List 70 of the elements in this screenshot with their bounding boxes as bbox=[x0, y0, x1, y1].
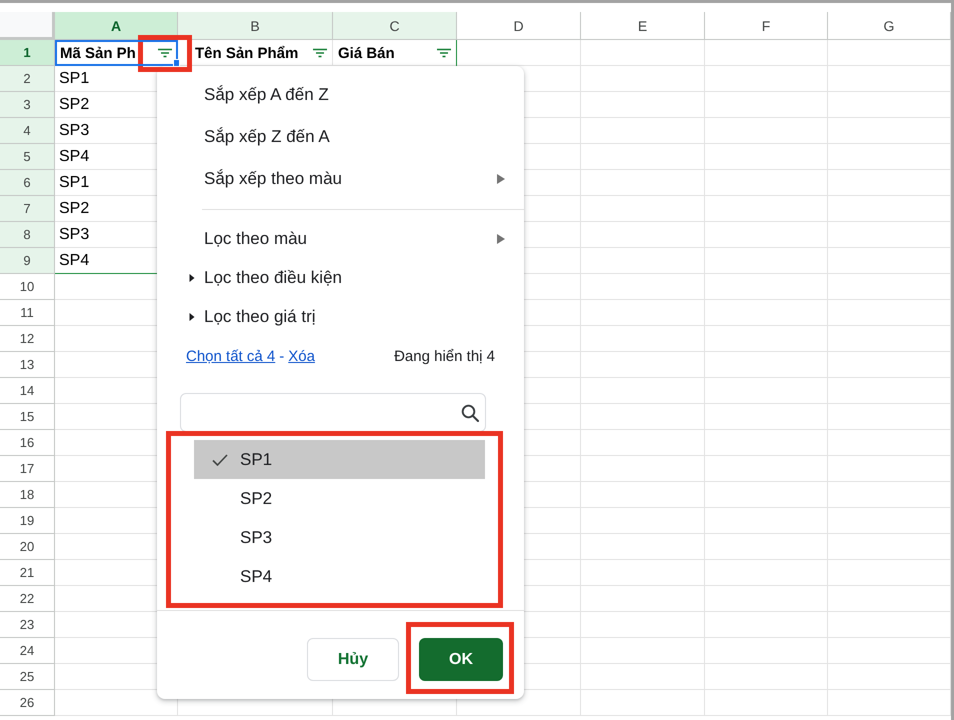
cancel-button[interactable]: Hủy bbox=[307, 638, 399, 681]
clear-link[interactable]: Xóa bbox=[288, 348, 315, 364]
row-header[interactable]: 12 bbox=[0, 326, 55, 352]
row-header[interactable]: 1 bbox=[0, 40, 55, 66]
column-header[interactable]: D bbox=[457, 12, 581, 40]
row-header[interactable]: 22 bbox=[0, 586, 55, 612]
menu-item[interactable]: Lọc theo giá trị bbox=[157, 297, 524, 336]
cell-text: Tên Sản Phẩm bbox=[195, 44, 298, 62]
menu-item[interactable]: Lọc theo màu bbox=[157, 219, 524, 258]
filter-icon[interactable] bbox=[158, 48, 172, 58]
row-header[interactable]: 10 bbox=[0, 274, 55, 300]
filter-icon[interactable] bbox=[313, 48, 327, 58]
filter-icon[interactable] bbox=[437, 48, 451, 58]
row-header[interactable]: 7 bbox=[0, 196, 55, 222]
row-header[interactable]: 20 bbox=[0, 534, 55, 560]
row-header[interactable]: 17 bbox=[0, 456, 55, 482]
visible-count: Đang hiển thị 4 bbox=[394, 348, 495, 364]
row-header[interactable]: 9 bbox=[0, 248, 55, 274]
selected-cell[interactable]: Mã Sản Ph bbox=[55, 40, 178, 66]
menu-item[interactable]: Sắp xếp theo màu bbox=[157, 158, 524, 200]
row-header[interactable]: 3 bbox=[0, 92, 55, 118]
column-header[interactable]: F bbox=[705, 12, 828, 40]
value-option[interactable]: SP2 bbox=[194, 479, 485, 518]
menu-item[interactable]: Sắp xếp Z đến A bbox=[157, 116, 524, 158]
row-header[interactable]: 8 bbox=[0, 222, 55, 248]
row-header[interactable]: 25 bbox=[0, 664, 55, 690]
submenu-arrow-icon bbox=[497, 234, 505, 244]
row-header[interactable]: 19 bbox=[0, 508, 55, 534]
submenu-arrow-icon bbox=[497, 174, 505, 184]
ok-button[interactable]: OK bbox=[419, 638, 503, 681]
row-header[interactable]: 21 bbox=[0, 560, 55, 586]
table-cell-text: SP1 bbox=[58, 69, 90, 89]
table-cell-text: SP1 bbox=[58, 173, 90, 193]
cell-text: Giá Bán bbox=[338, 44, 395, 62]
row-header[interactable]: 5 bbox=[0, 144, 55, 170]
row-header[interactable]: 4 bbox=[0, 118, 55, 144]
menu-item[interactable]: Sắp xếp A đến Z bbox=[157, 74, 524, 116]
table-cell-text: SP2 bbox=[58, 95, 90, 115]
cell-text: Mã Sản Ph bbox=[60, 44, 136, 62]
row-header[interactable]: 11 bbox=[0, 300, 55, 326]
table-cell-text: SP3 bbox=[58, 225, 90, 245]
table-cell-text: SP3 bbox=[58, 121, 90, 141]
select-all-link[interactable]: Chọn tất cả 4 bbox=[186, 348, 276, 364]
row-header[interactable]: 6 bbox=[0, 170, 55, 196]
row-header[interactable]: 24 bbox=[0, 638, 55, 664]
column-header[interactable]: E bbox=[581, 12, 705, 40]
row-header[interactable]: 23 bbox=[0, 612, 55, 638]
link-separator: - bbox=[279, 348, 284, 364]
column-header[interactable]: A bbox=[55, 12, 178, 40]
row-header[interactable]: 26 bbox=[0, 690, 55, 716]
value-option[interactable]: SP1 bbox=[194, 440, 485, 479]
fill-handle[interactable] bbox=[173, 59, 180, 67]
column-header[interactable]: B bbox=[178, 12, 333, 40]
value-option[interactable]: SP3 bbox=[194, 518, 485, 557]
row-header[interactable]: 14 bbox=[0, 378, 55, 404]
table-cell-text: SP2 bbox=[58, 199, 90, 219]
row-header[interactable]: 2 bbox=[0, 66, 55, 92]
column-header[interactable]: C bbox=[333, 12, 457, 40]
row-header[interactable]: 15 bbox=[0, 404, 55, 430]
row-header[interactable]: 13 bbox=[0, 352, 55, 378]
highlight-frame bbox=[138, 35, 192, 72]
menu-item[interactable]: Lọc theo điều kiện bbox=[157, 258, 524, 297]
row-header[interactable]: 16 bbox=[0, 430, 55, 456]
search-icon bbox=[461, 404, 479, 422]
value-option[interactable]: SP4 bbox=[194, 557, 485, 596]
table-cell-text: SP4 bbox=[58, 147, 90, 167]
table-cell-text: SP4 bbox=[58, 251, 90, 271]
column-header[interactable]: G bbox=[828, 12, 951, 40]
search-field[interactable] bbox=[180, 393, 486, 432]
row-header[interactable]: 18 bbox=[0, 482, 55, 508]
